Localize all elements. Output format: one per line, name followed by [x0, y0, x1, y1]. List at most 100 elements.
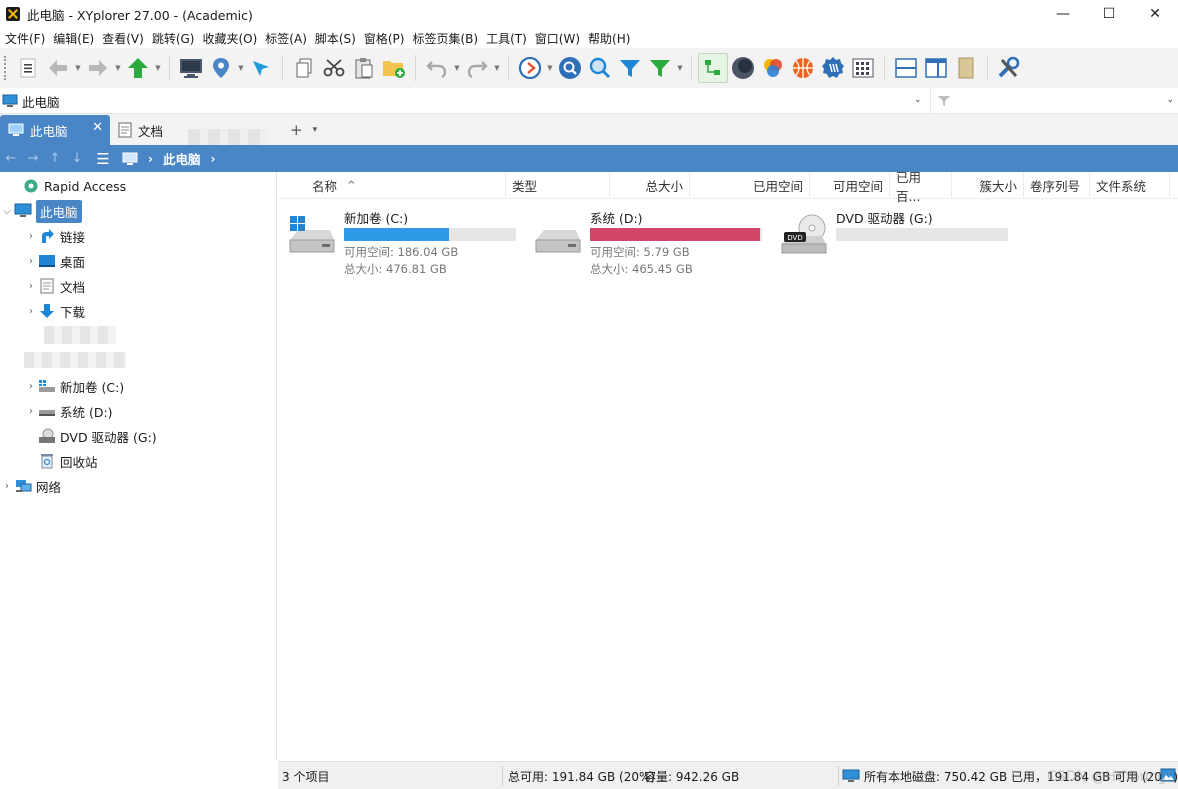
- new-folder-button[interactable]: [379, 53, 409, 83]
- tree-toggle-button[interactable]: [698, 53, 728, 83]
- tab-documents[interactable]: 文档: [110, 115, 180, 145]
- redo-dropdown[interactable]: ▼: [492, 53, 502, 83]
- breadcrumb-chevron-icon[interactable]: ›: [148, 152, 153, 166]
- tree-expand-icon[interactable]: ›: [0, 481, 14, 492]
- tree-item-documents[interactable]: › 文档: [24, 274, 85, 298]
- drive-item-c[interactable]: 新加卷 (C:) 可用空间: 186.04 GB 总大小: 476.81 GB: [288, 208, 520, 276]
- visual-filter-button[interactable]: [645, 53, 675, 83]
- close-button[interactable]: ✕: [1132, 0, 1178, 28]
- drive-item-g[interactable]: DVD DVD 驱动器 (G:): [780, 208, 1012, 268]
- dark-mode-button[interactable]: [728, 53, 758, 83]
- tab-this-pc[interactable]: 此电脑 ✕: [0, 115, 110, 145]
- column-free-space[interactable]: 可用空间: [810, 172, 890, 199]
- tree-item-drive-c[interactable]: › 新加卷 (C:): [24, 374, 124, 398]
- menu-scripting[interactable]: 脚本(S): [314, 30, 363, 47]
- redo-button[interactable]: [462, 53, 492, 83]
- configuration-button[interactable]: [994, 53, 1024, 83]
- tree-expand-icon[interactable]: ›: [24, 306, 38, 317]
- filter-button[interactable]: [615, 53, 645, 83]
- nav-up-icon[interactable]: ↑: [44, 151, 66, 166]
- blurred-tree-item[interactable]: [24, 352, 126, 368]
- undo-dropdown[interactable]: ▼: [452, 53, 462, 83]
- menu-panes[interactable]: 窗格(P): [363, 30, 412, 47]
- column-type[interactable]: 类型: [506, 172, 610, 199]
- drive-item-d[interactable]: 系统 (D:) 可用空间: 5.79 GB 总大小: 465.45 GB: [534, 208, 766, 276]
- blurred-tree-item[interactable]: [44, 326, 116, 344]
- undo-button[interactable]: [422, 53, 452, 83]
- hamburger-menu-button[interactable]: [13, 53, 43, 83]
- tree-item-drive-d[interactable]: › 系统 (D:): [24, 399, 113, 423]
- column-serial[interactable]: 卷序列号: [1024, 172, 1090, 199]
- tree-item-recycle-bin[interactable]: 回收站: [24, 449, 98, 473]
- menu-tools[interactable]: 工具(T): [485, 30, 534, 47]
- play-button[interactable]: [515, 53, 545, 83]
- copy-button[interactable]: [289, 53, 319, 83]
- blurred-tab[interactable]: [188, 129, 268, 145]
- tree-item-dvd[interactable]: DVD 驱动器 (G:): [24, 424, 157, 448]
- new-tab-button[interactable]: +: [290, 115, 303, 145]
- location-dropdown[interactable]: ▼: [236, 53, 246, 83]
- tree-item-desktop[interactable]: › 桌面: [24, 249, 85, 273]
- forward-button[interactable]: [83, 53, 113, 83]
- tree-expand-icon[interactable]: ›: [24, 406, 38, 417]
- paste-button[interactable]: [349, 53, 379, 83]
- tree-collapse-icon[interactable]: ⌵: [0, 206, 14, 217]
- breadcrumb-chevron-icon[interactable]: ›: [210, 152, 215, 166]
- tab-menu-button[interactable]: ▾: [313, 115, 318, 145]
- tree-item-downloads[interactable]: › 下载: [24, 299, 85, 323]
- menu-tabsets[interactable]: 标签页集(B): [411, 30, 485, 47]
- cut-button[interactable]: [319, 53, 349, 83]
- filter-dropdown-icon[interactable]: ⌄: [1166, 95, 1174, 105]
- up-dropdown[interactable]: ▼: [153, 53, 163, 83]
- tree-item-this-pc[interactable]: ⌵ 此电脑: [0, 199, 82, 223]
- find-button[interactable]: [555, 53, 585, 83]
- tree-item-rapid-access[interactable]: Rapid Access: [8, 174, 126, 198]
- menu-view[interactable]: 查看(V): [101, 30, 151, 47]
- back-dropdown[interactable]: ▼: [73, 53, 83, 83]
- breadcrumb-menu-icon[interactable]: ☰: [92, 150, 114, 168]
- calculator-button[interactable]: [848, 53, 878, 83]
- back-button[interactable]: [43, 53, 73, 83]
- menu-window[interactable]: 窗口(W): [534, 30, 587, 47]
- column-used-percent[interactable]: 已用百...: [890, 170, 952, 204]
- tree-expand-icon[interactable]: ›: [24, 231, 38, 242]
- nav-down-icon[interactable]: ↓: [66, 151, 88, 166]
- menu-file[interactable]: 文件(F): [4, 30, 52, 47]
- breadcrumb-this-pc[interactable]: 此电脑: [163, 149, 201, 168]
- menu-go[interactable]: 跳转(G): [151, 30, 202, 47]
- tag-button[interactable]: [788, 53, 818, 83]
- column-file-system[interactable]: 文件系统: [1090, 172, 1170, 199]
- dual-pane-button[interactable]: [891, 53, 921, 83]
- tree-expand-icon[interactable]: ›: [24, 256, 38, 267]
- computer-button[interactable]: [176, 53, 206, 83]
- tree-expand-icon[interactable]: ›: [24, 281, 38, 292]
- up-button[interactable]: [123, 53, 153, 83]
- menu-tags[interactable]: 标签(A): [264, 30, 314, 47]
- tree-item-links[interactable]: › 链接: [24, 224, 85, 248]
- color-filter-button[interactable]: [758, 53, 788, 83]
- play-dropdown[interactable]: ▼: [545, 53, 555, 83]
- menu-edit[interactable]: 编辑(E): [52, 30, 101, 47]
- settings-badge-button[interactable]: [818, 53, 848, 83]
- tree-expand-icon[interactable]: ›: [24, 381, 38, 392]
- nav-back-icon[interactable]: ←: [0, 151, 22, 166]
- cursor-button[interactable]: [246, 53, 276, 83]
- tab-close-icon[interactable]: ✕: [92, 120, 103, 135]
- address-field[interactable]: 此电脑 ⌄: [0, 88, 930, 114]
- column-name[interactable]: 名称 ^: [306, 172, 506, 199]
- column-cluster-size[interactable]: 簇大小: [952, 172, 1024, 199]
- address-dropdown-icon[interactable]: ⌄: [914, 95, 922, 105]
- live-filter-box[interactable]: ⌄: [930, 88, 1178, 114]
- menu-favorites[interactable]: 收藏夹(O): [201, 30, 264, 47]
- toolbar-grip[interactable]: [4, 56, 7, 80]
- forward-dropdown[interactable]: ▼: [113, 53, 123, 83]
- minimize-button[interactable]: —: [1040, 0, 1086, 28]
- filter-dropdown[interactable]: ▼: [675, 53, 685, 83]
- column-used-space[interactable]: 已用空间: [690, 172, 810, 199]
- quick-search-button[interactable]: [585, 53, 615, 83]
- column-total-size[interactable]: 总大小: [610, 172, 690, 199]
- preview-pane-button[interactable]: [921, 53, 951, 83]
- location-button[interactable]: [206, 53, 236, 83]
- tree-item-network[interactable]: › 网络: [0, 474, 61, 498]
- computer-icon[interactable]: [122, 152, 138, 166]
